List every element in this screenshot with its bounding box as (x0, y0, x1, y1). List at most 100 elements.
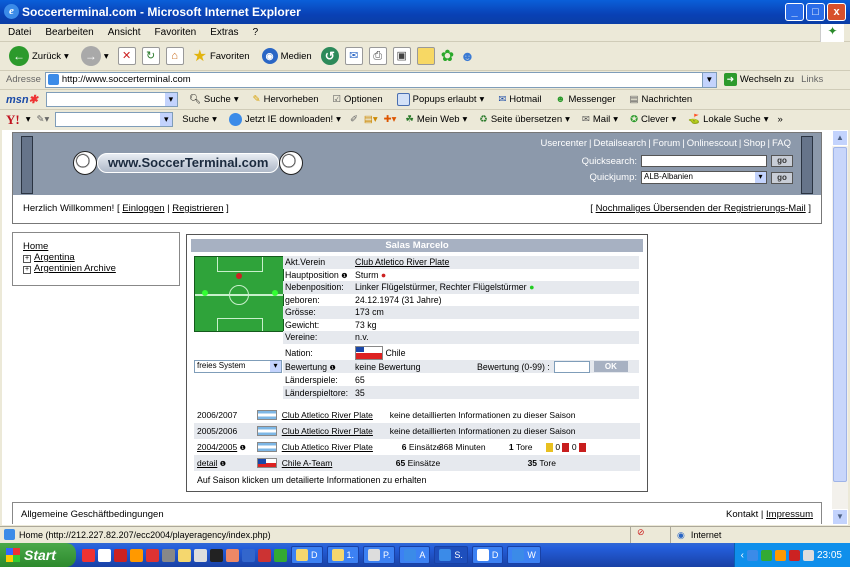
season-year-link[interactable]: 2004/2005 (197, 442, 237, 452)
address-input[interactable]: http://www.soccerterminal.com ▼ (44, 71, 717, 88)
national-team-link[interactable]: Chile A-Team (282, 458, 396, 468)
vertical-scrollbar[interactable]: ▲ ▼ (832, 130, 848, 525)
taskbar-item[interactable]: W (507, 546, 541, 564)
media-button[interactable]: ◉ Medien (259, 48, 315, 64)
favorites-button[interactable]: ★ Favoriten (190, 46, 253, 66)
imprint-link[interactable]: Impressum (766, 509, 813, 520)
detail-link[interactable]: detail (197, 458, 217, 468)
stop-icon[interactable]: ✕ (117, 47, 136, 65)
quicklaunch-icon[interactable] (210, 548, 223, 562)
plus-icon[interactable]: ✚▾ (384, 114, 397, 125)
rating-ok-button[interactable]: OK (593, 361, 628, 372)
expand-plus-icon[interactable]: + (23, 266, 31, 274)
scroll-up-icon[interactable]: ▲ (832, 130, 848, 146)
ie-download-button[interactable]: Jetzt IE downloaden! ▾ (226, 113, 344, 126)
maximize-button[interactable]: □ (806, 3, 825, 21)
menu-ansicht[interactable]: Ansicht (108, 27, 141, 38)
menu-bearbeiten[interactable]: Bearbeiten (45, 27, 93, 38)
quicksearch-input[interactable] (641, 155, 767, 167)
link-onlinescout[interactable]: Onlinescout (685, 138, 739, 149)
nav-home-link[interactable]: Home (23, 241, 48, 252)
link-forum[interactable]: Forum (651, 138, 682, 149)
rating-input[interactable] (553, 360, 590, 373)
print-icon[interactable]: ⎙ (368, 47, 387, 65)
messenger-people-icon[interactable]: ☻ (460, 48, 475, 64)
quicklaunch-icon[interactable] (242, 548, 255, 562)
link-shop[interactable]: Shop (741, 138, 767, 149)
hotmail-button[interactable]: ✉ Hotmail (495, 94, 544, 105)
mail-icon[interactable]: ✉ (344, 47, 363, 65)
toolbar-overflow-icon[interactable]: » (777, 114, 782, 125)
nav-item-argentina[interactable]: Argentina (34, 252, 75, 263)
notes-icon[interactable] (416, 47, 435, 65)
highlight-button[interactable]: ✎ Hervorheben (250, 94, 322, 105)
season-club-link[interactable]: Club Atletico River Plate (282, 426, 390, 436)
tray-icon[interactable] (802, 549, 814, 561)
chevron-down-icon[interactable]: ▼ (701, 72, 716, 87)
local-search-button[interactable]: ⛳ Lokale Suche ▾ (685, 114, 771, 125)
quicklaunch-icon[interactable] (226, 548, 239, 562)
minimize-button[interactable]: _ (785, 3, 804, 21)
links-button[interactable]: Links (801, 74, 823, 85)
register-link[interactable]: Registrieren (172, 203, 223, 214)
taskbar-item[interactable]: P. (363, 546, 396, 564)
popups-button[interactable]: Popups erlaubt ▾ (394, 93, 488, 106)
scroll-down-icon[interactable]: ▼ (832, 509, 848, 525)
translate-button[interactable]: ♻ Seite übersetzen ▾ (476, 114, 573, 125)
contact-link[interactable]: Kontakt (726, 509, 758, 520)
menu-help[interactable]: ? (253, 27, 259, 38)
quicklaunch-icon[interactable] (114, 548, 127, 562)
icq-flower-icon[interactable]: ✿ (441, 46, 454, 66)
expand-plus-icon[interactable]: + (23, 255, 31, 263)
tray-icon[interactable] (788, 549, 800, 561)
season-club-link[interactable]: Club Atletico River Plate (282, 410, 390, 420)
yahoo-search-button[interactable]: Suche ▾ (179, 114, 220, 125)
quicklaunch-icon[interactable] (130, 548, 143, 562)
refresh-icon[interactable]: ↻ (141, 47, 160, 65)
tray-icon[interactable] (774, 549, 786, 561)
menu-datei[interactable]: Datei (8, 27, 31, 38)
season-club-link[interactable]: Club Atletico River Plate (282, 442, 402, 452)
back-button[interactable]: ← Zurück ▾ (6, 46, 72, 66)
menu-favoriten[interactable]: Favoriten (155, 27, 197, 38)
tray-icon[interactable] (746, 549, 758, 561)
highlighter-pen-icon[interactable]: ✐ (350, 114, 358, 125)
link-detailsearch[interactable]: Detailsearch (591, 138, 648, 149)
quicklaunch-icon[interactable] (258, 548, 271, 562)
yahoo-search-input[interactable] (55, 112, 174, 127)
taskbar-item[interactable]: 1. (326, 546, 360, 564)
start-button[interactable]: Start (0, 543, 76, 567)
quicklaunch-icon[interactable] (194, 548, 207, 562)
edit-icon[interactable]: ▣ (392, 47, 411, 65)
home-icon[interactable]: ⌂ (165, 47, 184, 65)
options-button[interactable]: ☑ Optionen (330, 94, 386, 105)
quicklaunch-icon[interactable] (146, 548, 159, 562)
quickjump-select[interactable]: ALB-Albanien (641, 171, 767, 184)
taskbar-item-active[interactable]: S. (434, 546, 468, 564)
quickjump-go-button[interactable]: go (771, 171, 793, 184)
go-button[interactable]: ➜ Wechseln zu (721, 73, 797, 86)
resend-link[interactable]: Nochmaliges Übersenden der Registrierung… (596, 203, 806, 214)
quicklaunch-icon[interactable] (178, 548, 191, 562)
history-icon[interactable]: ↺ (320, 47, 339, 65)
nav-item-argentinien-archive[interactable]: Argentinien Archive (34, 263, 116, 274)
tray-chevron-icon[interactable]: ‹ (741, 550, 744, 561)
clever-button[interactable]: ✪ Clever ▾ (627, 114, 679, 125)
system-select[interactable]: freies System (194, 360, 282, 373)
close-button[interactable]: x (827, 3, 846, 21)
quicklaunch-icon[interactable] (98, 548, 111, 562)
quicklaunch-icon[interactable] (274, 548, 287, 562)
login-link[interactable]: Einloggen (122, 203, 164, 214)
clock[interactable]: 23:05 (817, 550, 842, 561)
pencil-icon[interactable]: ✎▾ (37, 114, 50, 125)
bookmark-icon[interactable]: ▤▾ (364, 114, 378, 125)
news-button[interactable]: ▤ Nachrichten (626, 94, 695, 105)
menu-extras[interactable]: Extras (210, 27, 238, 38)
link-faq[interactable]: FAQ (770, 138, 793, 149)
quicksearch-go-button[interactable]: go (771, 155, 793, 167)
scroll-thumb[interactable] (833, 147, 847, 482)
taskbar-item[interactable]: D (471, 546, 504, 564)
quicklaunch-icon[interactable] (82, 548, 95, 562)
link-usercenter[interactable]: Usercenter (539, 138, 589, 149)
quicklaunch-icon[interactable] (162, 548, 175, 562)
